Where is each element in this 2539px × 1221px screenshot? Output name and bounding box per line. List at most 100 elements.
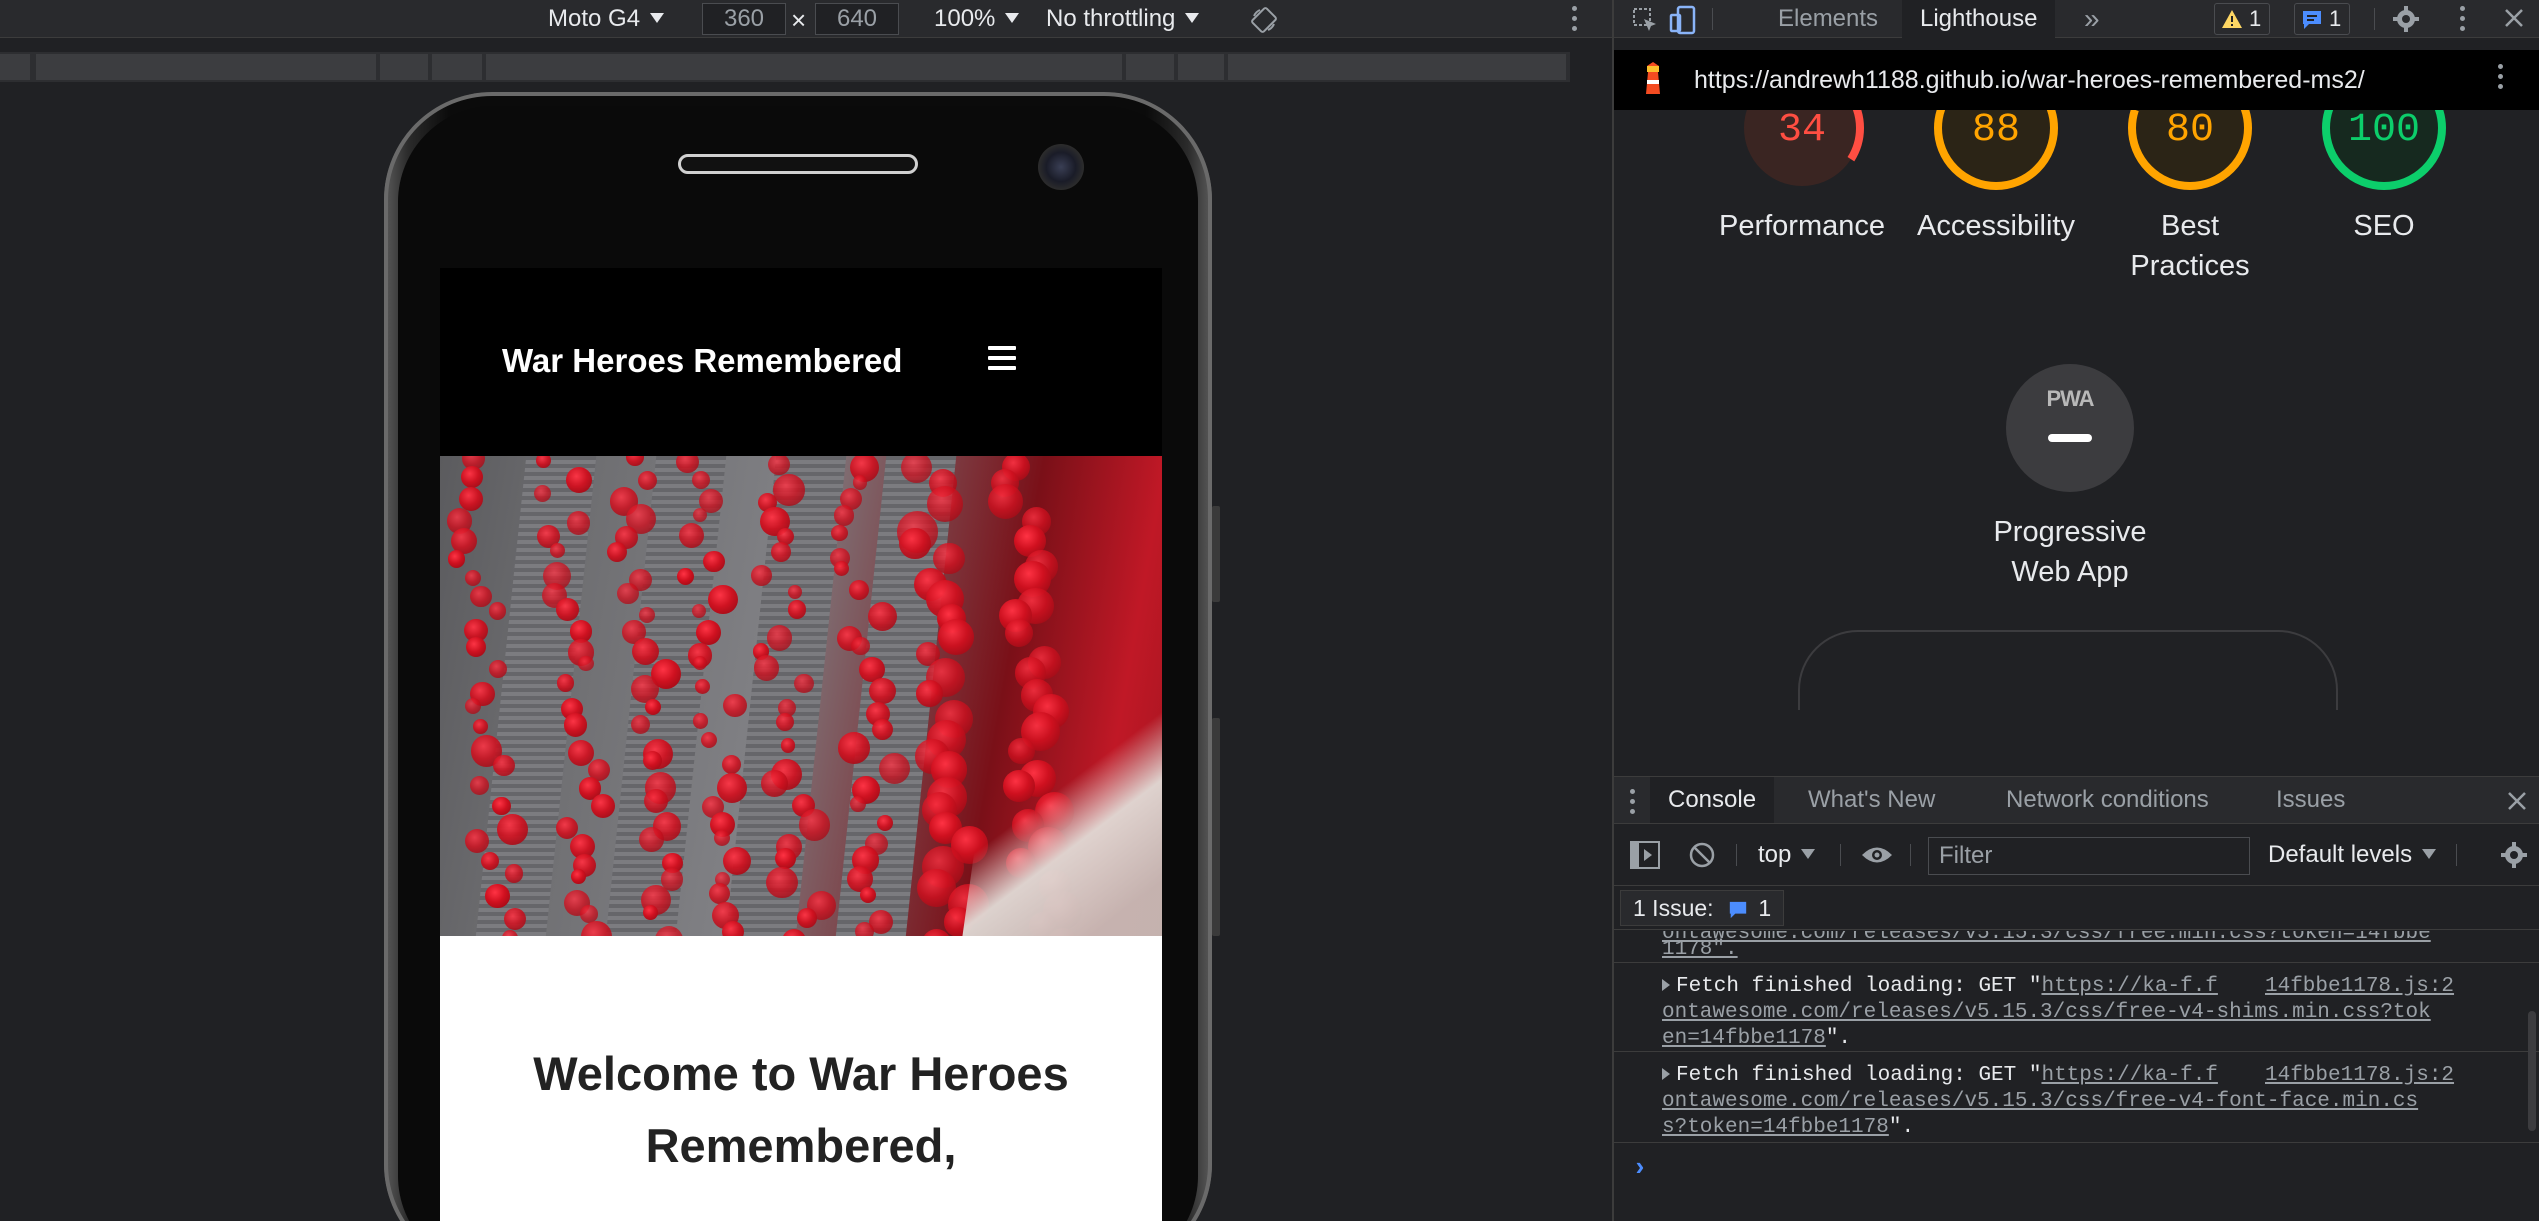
poppy (708, 584, 738, 614)
poppy (794, 674, 814, 694)
tab-console[interactable]: Console (1650, 777, 1775, 823)
poppy (644, 698, 661, 716)
width-input[interactable]: 360 (702, 3, 786, 35)
poppy (773, 474, 805, 506)
devtools-panel: Elements Lighthouse » 1 1 https://andrew… (1612, 0, 2539, 1221)
score-gauge-seo[interactable]: 100 SEO (2284, 110, 2484, 246)
pwa-label: Progressive Web App (1970, 512, 2170, 592)
poppy (694, 678, 710, 694)
messages-badge[interactable]: 1 (2294, 3, 2351, 35)
log-source-link[interactable]: 14fbbe1178.js:2 (2265, 975, 2454, 998)
score-gauge-best-practices[interactable]: 80 Best Practices (2090, 110, 2290, 286)
poppy (480, 851, 499, 870)
devtools-window: Moto G4 360 × 640 100% No throttling War… (0, 0, 2539, 1221)
poppy (630, 715, 650, 735)
log-line-3-link[interactable]: en=14fbbe1178 (1662, 1027, 1826, 1050)
score-ring: 80 (2128, 110, 2252, 190)
poppy (833, 505, 855, 526)
device-viewport-pane: Moto G4 360 × 640 100% No throttling War… (0, 0, 1612, 1221)
tab-whats-new[interactable]: What's New (1790, 777, 1953, 823)
clear-console-icon[interactable] (1688, 841, 1716, 869)
throttling-select[interactable]: No throttling (1046, 0, 1200, 38)
poppy (721, 754, 742, 775)
more-options-icon[interactable] (1572, 6, 1578, 36)
rotate-icon[interactable] (1250, 6, 1278, 34)
poppy (796, 907, 818, 928)
score-gauge-accessibility[interactable]: 88 Accessibility (1896, 110, 2096, 246)
poppy (470, 585, 492, 608)
poppy (556, 674, 574, 692)
console-filter-input[interactable]: Filter (1928, 837, 2250, 875)
pwa-dash-icon (2048, 434, 2092, 442)
log-source-link[interactable]: 14fbbe1178.js:2 (2265, 1064, 2454, 1087)
poppy (848, 579, 869, 600)
console-scrollbar[interactable] (2528, 1011, 2536, 1131)
expand-arrow-icon[interactable] (1662, 979, 1670, 991)
poppy (988, 484, 1024, 520)
poppy (916, 680, 943, 707)
tab-elements[interactable]: Elements (1760, 0, 1896, 38)
log-line-3-link[interactable]: s?token=14fbbe1178 (1662, 1116, 1889, 1139)
pwa-badge[interactable]: PWA (2006, 364, 2134, 492)
cut-line-1[interactable]: ontawesome.com/releases/v5.15.3/css/free… (1662, 931, 2431, 945)
site-brand[interactable]: War Heroes Remembered (502, 342, 902, 380)
poppy (753, 655, 780, 681)
sidebar-toggle-icon[interactable] (1630, 841, 1660, 869)
audited-url[interactable]: https://andrewh1188.github.io/war-heroes… (1694, 66, 2365, 95)
height-input[interactable]: 640 (815, 3, 899, 35)
dimension-separator: × (791, 5, 807, 35)
cut-line-2[interactable]: 1178". (1662, 938, 1738, 961)
log-link[interactable]: https://ka-f.f (2041, 975, 2217, 998)
device-toolbar-toggle-icon[interactable] (1668, 5, 1698, 35)
inspect-element-icon[interactable] (1632, 7, 1658, 33)
poppy (489, 602, 507, 620)
issues-bar: 1 Issue: 1 (1614, 886, 2539, 930)
warnings-badge[interactable]: 1 (2214, 3, 2271, 35)
poppy (798, 809, 830, 841)
zoom-select[interactable]: 100% (934, 0, 1020, 38)
hero-image (440, 456, 1162, 936)
tab-network-conditions[interactable]: Network conditions (1988, 777, 2227, 823)
hamburger-menu-icon[interactable] (988, 346, 1016, 370)
log-line-3-tail: ". (1888, 1116, 1915, 1139)
context-select[interactable]: top (1758, 838, 1816, 872)
close-devtools-icon[interactable] (2502, 6, 2526, 30)
poppy (464, 697, 481, 714)
close-drawer-icon[interactable] (2507, 791, 2527, 811)
log-line-3-tail: ". (1825, 1027, 1852, 1050)
log-levels-select[interactable]: Default levels (2268, 838, 2437, 872)
poppy (639, 826, 665, 852)
poppy (850, 795, 866, 812)
log-line-2[interactable]: ontawesome.com/releases/v5.15.3/css/free… (1662, 1001, 2431, 1024)
device-select[interactable]: Moto G4 (548, 0, 665, 38)
expand-arrow-icon[interactable] (1662, 1068, 1670, 1080)
tab-issues[interactable]: Issues (2258, 777, 2363, 823)
console-settings-gear-icon[interactable] (2500, 841, 2528, 869)
welcome-line-2: Remembered, (645, 1119, 957, 1172)
console-toolbar: top Filter Default levels (1614, 824, 2539, 886)
poppy (693, 507, 708, 522)
settings-gear-icon[interactable] (2392, 5, 2420, 33)
report-menu-icon[interactable] (2498, 64, 2504, 94)
score-gauge-performance[interactable]: 34 Performance (1702, 110, 1902, 246)
poppy (473, 718, 489, 734)
tab-lighthouse[interactable]: Lighthouse (1902, 0, 2056, 38)
customize-devtools-icon[interactable] (2460, 6, 2466, 36)
console-prompt[interactable]: › (1632, 1155, 1648, 1181)
drawer-menu-icon[interactable] (1630, 789, 1636, 819)
lighthouse-icon (1646, 62, 1660, 94)
poppy (723, 693, 747, 718)
live-expression-eye-icon[interactable] (1860, 844, 1894, 866)
console-messages: ontawesome.com/releases/v5.15.3/css/free… (1614, 931, 2539, 1221)
more-tabs-icon[interactable]: » (2066, 0, 2118, 38)
log-link[interactable]: https://ka-f.f (2041, 1064, 2217, 1087)
score-value: 80 (2166, 110, 2214, 153)
issues-counter[interactable]: 1 Issue: 1 (1620, 890, 1785, 926)
poppy (469, 776, 489, 796)
message-icon (1729, 901, 1747, 919)
log-line-2[interactable]: ontawesome.com/releases/v5.15.3/css/free… (1662, 1090, 2418, 1113)
phone-camera (1038, 144, 1084, 190)
score-value: 100 (2348, 110, 2420, 153)
media-query-bar[interactable] (0, 52, 1570, 82)
message-icon (2303, 11, 2321, 29)
